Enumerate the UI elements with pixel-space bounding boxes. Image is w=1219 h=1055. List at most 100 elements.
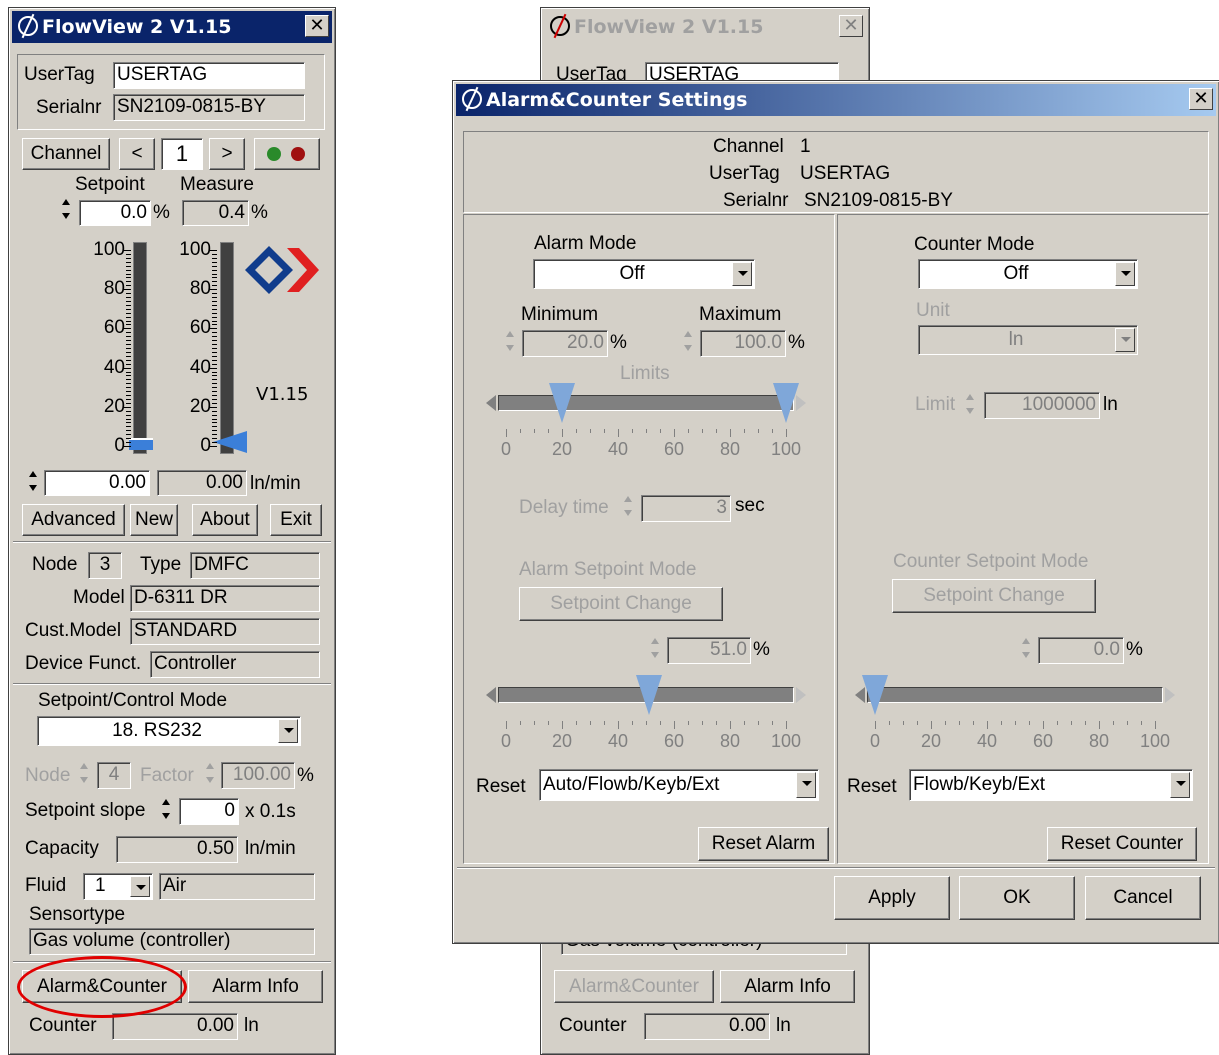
slider-tick [618, 721, 619, 729]
slider-scale-label: 20 [551, 439, 573, 459]
chevron-down-icon[interactable] [1115, 262, 1135, 286]
channel-button[interactable]: Channel [22, 138, 110, 170]
ok-button[interactable]: OK [959, 876, 1075, 920]
scale-tick [126, 363, 131, 365]
slope-field[interactable]: 0 [179, 798, 239, 825]
slider-right-arrow-icon[interactable] [796, 687, 806, 703]
alarm-mode-select[interactable]: Off [533, 259, 755, 289]
setpoint-slider-track[interactable] [133, 242, 147, 454]
flowview-logo-icon [18, 16, 38, 36]
sensortype-field: Gas volume (controller) [29, 928, 315, 955]
slider-tick [660, 429, 661, 433]
alarm-setpoint-field: 51.0 [667, 637, 751, 664]
reset-counter-button[interactable]: Reset Counter [1047, 827, 1197, 861]
setpoint-pct-field[interactable]: 0.0 [79, 200, 151, 226]
model-label: Model [73, 587, 125, 608]
alarm-setpoint-unit: % [753, 639, 770, 660]
back-alarm-info-button[interactable]: Alarm Info [720, 970, 855, 1003]
chevron-down-icon[interactable] [796, 772, 816, 798]
slider-tick [688, 721, 689, 725]
node2-label: Node [25, 765, 71, 786]
slider-tick [506, 721, 507, 729]
scale-tick [212, 273, 217, 275]
next-channel-button[interactable]: > [209, 138, 245, 170]
scale-tick [126, 293, 131, 295]
close-icon[interactable]: ✕ [1189, 88, 1213, 110]
counter-unit-value: ln [1008, 329, 1024, 350]
scale-tick [212, 340, 217, 342]
dialog-title-bar[interactable]: Alarm&Counter Settings ✕ [456, 84, 1216, 116]
alarm-info-button[interactable]: Alarm Info [188, 970, 323, 1003]
slider-tick [917, 721, 918, 725]
scale-tick [126, 344, 131, 346]
slider-tick [786, 721, 787, 729]
setpoint-abs-field[interactable]: 0.00 [44, 470, 150, 496]
new-button[interactable]: New [130, 504, 178, 536]
scale-tick [212, 391, 217, 393]
scale-label: 0 [114, 435, 125, 456]
back-title-bar[interactable]: FlowView 2 V1.15 ✕ [544, 11, 866, 43]
slider-scale-label: 0 [500, 439, 511, 459]
close-icon[interactable]: ✕ [305, 15, 329, 37]
advanced-button[interactable]: Advanced [22, 504, 125, 536]
counter-mode-value: Off [1003, 263, 1029, 284]
measure-abs-field: 0.00 [157, 470, 247, 496]
cancel-button[interactable]: Cancel [1085, 876, 1201, 920]
scale-tick [126, 332, 131, 334]
counter-mode-select[interactable]: Off [918, 259, 1138, 289]
about-button[interactable]: About [192, 504, 258, 536]
slider-tick [1127, 721, 1128, 725]
status-leds-button[interactable] [254, 138, 320, 170]
scale-tick [126, 355, 131, 357]
slider-tick [590, 429, 591, 433]
node2-field: 4 [97, 762, 131, 789]
control-mode-select[interactable]: 18. RS232 [37, 716, 301, 746]
setpoint-slider-thumb[interactable] [129, 438, 153, 450]
chevron-down-icon[interactable] [278, 719, 298, 743]
chevron-down-icon[interactable] [130, 876, 150, 897]
counter-reset-value: Flowb/Keyb/Ext [913, 774, 1045, 795]
slider-tick [730, 429, 731, 437]
main-title-bar[interactable]: FlowView 2 V1.15 ✕ [12, 11, 332, 43]
setpoint-abs-spinner[interactable] [29, 470, 39, 492]
slider-right-arrow-icon[interactable] [1165, 687, 1175, 703]
slope-spinner[interactable] [162, 798, 172, 820]
reset-alarm-button[interactable]: Reset Alarm [698, 827, 829, 861]
slider-track[interactable] [867, 687, 1163, 703]
slider-left-arrow-icon[interactable] [486, 395, 496, 411]
chevron-down-icon[interactable] [1170, 772, 1190, 798]
slider-scale-label: 40 [976, 731, 998, 751]
exit-button[interactable]: Exit [270, 504, 322, 536]
dialog-channel-value: 1 [800, 136, 811, 157]
main-title: FlowView 2 V1.15 [42, 16, 232, 38]
counter-reset-select[interactable]: Flowb/Keyb/Ext [909, 769, 1193, 801]
alarm-reset-select[interactable]: Auto/Flowb/Keyb/Ext [539, 769, 819, 801]
scale-label: 60 [189, 317, 211, 339]
slider-track[interactable] [498, 395, 794, 411]
usertag-field[interactable]: USERTAG [113, 62, 305, 89]
scale-tick [212, 355, 217, 357]
slider-thumb[interactable] [549, 383, 575, 423]
slider-thumb[interactable] [773, 383, 799, 423]
counter-setpoint-field: 0.0 [1038, 637, 1124, 664]
slider-tick [716, 429, 717, 433]
slider-left-arrow-icon[interactable] [486, 687, 496, 703]
dialog-usertag-value: USERTAG [800, 163, 891, 184]
close-icon[interactable]: ✕ [839, 15, 863, 37]
counter-unit: ln [244, 1015, 259, 1036]
prev-channel-button[interactable]: < [119, 138, 155, 170]
apply-button[interactable]: Apply [834, 876, 950, 920]
setpoint-pct-spinner[interactable] [62, 198, 72, 220]
slider-tick [1155, 721, 1156, 729]
factor-field: 100.00 [221, 762, 295, 789]
chevron-down-icon[interactable] [732, 262, 752, 286]
slider-thumb[interactable] [862, 675, 888, 715]
scale-tick [209, 406, 217, 408]
back-alarm-counter-button[interactable]: Alarm&Counter [554, 970, 714, 1003]
channel-number-field[interactable]: 1 [161, 138, 203, 170]
slider-scale-label: 0 [500, 731, 511, 751]
slider-thumb[interactable] [635, 675, 662, 715]
control-mode-value: 18. RS232 [112, 720, 202, 741]
fluid-number-select[interactable]: 1 [83, 873, 153, 900]
counter-setpoint-change-button: Setpoint Change [892, 579, 1096, 613]
